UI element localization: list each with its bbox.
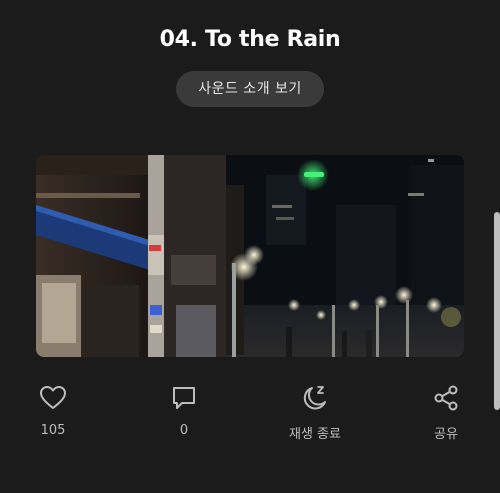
share-label: 공유 <box>434 427 458 442</box>
track-title: 04. To the Rain <box>159 27 341 52</box>
comment-icon <box>173 387 195 409</box>
like-count: 105 <box>40 423 66 438</box>
like-button[interactable]: 105 <box>8 383 98 438</box>
cover-image <box>36 155 464 357</box>
heart-icon <box>40 386 66 409</box>
sound-intro-button[interactable]: 사운드 소개 보기 <box>176 71 324 107</box>
comment-count: 0 <box>179 423 189 438</box>
share-button[interactable]: 공유 <box>401 383 491 442</box>
sleep-timer-label: 재생 종료 <box>289 427 341 442</box>
moon-sleep-icon <box>303 386 326 410</box>
share-icon <box>434 385 458 411</box>
scrollbar-handle[interactable] <box>494 212 500 410</box>
comment-button[interactable]: 0 <box>139 383 229 438</box>
sleep-timer-button[interactable]: 재생 종료 <box>270 383 360 442</box>
